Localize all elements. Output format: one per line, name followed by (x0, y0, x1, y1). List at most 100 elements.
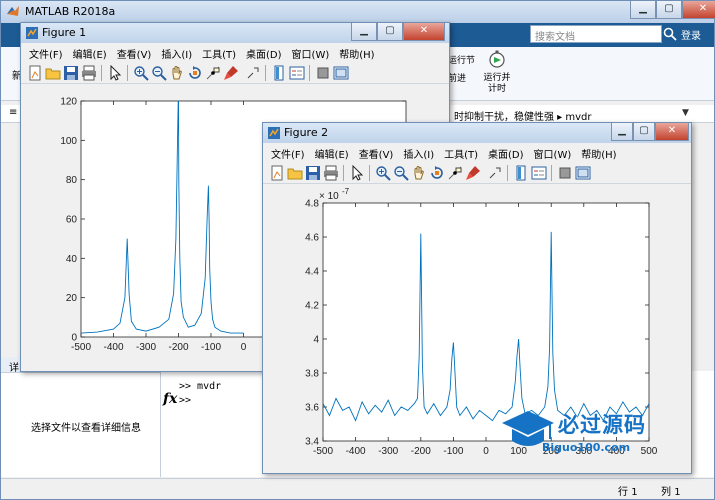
details-panel: 详 选择文件以查看详细信息 (1, 357, 161, 477)
print-icon[interactable] (81, 65, 97, 81)
matlab-title: MATLAB R2018a (25, 5, 116, 18)
status-col-label: 列 (661, 487, 671, 498)
x-tick-label: -500 (313, 446, 333, 457)
menu-view[interactable]: 查看(V) (354, 143, 399, 162)
colorbar-icon[interactable] (271, 65, 287, 81)
menu-tools[interactable]: 工具(T) (439, 143, 483, 162)
zoom-out-icon[interactable] (151, 65, 167, 81)
command-prompt[interactable]: >> (179, 395, 191, 406)
close-button[interactable]: ✕ (655, 123, 689, 141)
new-figure-icon[interactable] (27, 65, 43, 81)
data-cursor-icon[interactable] (447, 165, 463, 181)
open-icon[interactable] (45, 65, 61, 81)
menu-help[interactable]: 帮助(H) (576, 143, 621, 162)
hide-tools-icon[interactable] (315, 65, 331, 81)
y-tick-label: 4 (313, 335, 319, 346)
watermark-cn: 必过源码 (558, 413, 646, 437)
brush-icon[interactable] (465, 165, 481, 181)
maximize-button[interactable]: ▢ (656, 1, 682, 19)
search-documentation-input[interactable]: 搜索文档 (530, 25, 662, 43)
advance-label: 前进 (448, 74, 467, 84)
menu-help[interactable]: 帮助(H) (334, 43, 379, 62)
close-button[interactable]: ✕ (682, 1, 715, 19)
login-link[interactable]: 登录 (681, 27, 701, 42)
minimize-button[interactable]: ▁ (611, 123, 633, 141)
menu-window[interactable]: 窗口(W) (529, 143, 577, 162)
rotate-icon[interactable] (429, 165, 445, 181)
y-tick-label: 80 (66, 175, 78, 186)
data-cursor-icon[interactable] (205, 65, 221, 81)
maximize-button[interactable]: ▢ (377, 23, 403, 41)
run-section-button[interactable]: 运行节 前进 (448, 47, 476, 101)
matlab-title-bar: MATLAB R2018a ▁ ▢ ✕ (1, 1, 715, 23)
menu-desktop[interactable]: 桌面(D) (483, 143, 529, 162)
command-history-line: >> mvdr (179, 381, 222, 392)
print-icon[interactable] (323, 165, 339, 181)
menu-file[interactable]: 文件(F) (21, 43, 68, 62)
x-tick-label: -500 (71, 342, 91, 353)
menu-insert[interactable]: 插入(I) (398, 143, 439, 162)
details-message: 选择文件以查看详细信息 (31, 423, 141, 434)
show-tools-icon[interactable] (575, 165, 591, 181)
y-tick-label: 3.6 (305, 403, 319, 414)
link-icon[interactable] (487, 165, 503, 181)
new-figure-icon[interactable] (269, 165, 285, 181)
link-icon[interactable] (245, 65, 261, 81)
legend-icon[interactable] (531, 165, 547, 181)
status-row-label: 行 (618, 487, 628, 498)
zoom-out-icon[interactable] (393, 165, 409, 181)
x-tick-label: -400 (103, 342, 123, 353)
x-tick-label: 0 (241, 342, 247, 353)
minimize-button[interactable]: ▁ (630, 1, 656, 19)
save-icon[interactable] (305, 165, 321, 181)
show-tools-icon[interactable] (333, 65, 349, 81)
pointer-icon[interactable] (349, 165, 365, 181)
run-and-time-button[interactable]: 运行并 计时 (477, 47, 517, 101)
menu-edit[interactable]: 编辑(E) (68, 43, 112, 62)
figure-2-menu-bar: 文件(F) 编辑(E) 查看(V) 插入(I) 工具(T) 桌面(D) 窗口(W… (263, 143, 691, 162)
menu-tools[interactable]: 工具(T) (197, 43, 241, 62)
pan-icon[interactable] (169, 65, 185, 81)
pan-icon[interactable] (411, 165, 427, 181)
rotate-icon[interactable] (187, 65, 203, 81)
legend-icon[interactable] (289, 65, 305, 81)
colorbar-icon[interactable] (513, 165, 529, 181)
menu-view[interactable]: 查看(V) (112, 43, 157, 62)
brush-icon[interactable] (223, 65, 239, 81)
save-icon[interactable] (63, 65, 79, 81)
zoom-in-icon[interactable] (375, 165, 391, 181)
x-tick-label: -300 (136, 342, 156, 353)
status-row-value: 1 (631, 487, 638, 498)
menu-edit[interactable]: 编辑(E) (310, 143, 354, 162)
maximize-button[interactable]: ▢ (633, 123, 655, 141)
watermark: 必过源码 Biguo100.com (500, 405, 685, 465)
minimize-button[interactable]: ▁ (351, 23, 377, 41)
menu-insert[interactable]: 插入(I) (156, 43, 197, 62)
status-col: 列 1 (661, 483, 681, 498)
folder-list-icon[interactable]: ≡ (9, 107, 17, 118)
pointer-icon[interactable] (107, 65, 123, 81)
status-bar: 行 1 列 1 (1, 478, 714, 499)
chevron-down-icon[interactable]: ▼ (682, 108, 689, 118)
matlab-logo-icon (7, 6, 19, 16)
menu-window[interactable]: 窗口(W) (287, 43, 335, 62)
open-icon[interactable] (287, 165, 303, 181)
menu-desktop[interactable]: 桌面(D) (241, 43, 287, 62)
x-tick-label: -300 (378, 446, 398, 457)
toolbar-separator (101, 65, 102, 81)
x-tick-label: -200 (411, 446, 431, 457)
matlab-window-controls: ▁ ▢ ✕ (630, 1, 715, 20)
y-tick-label: 20 (66, 293, 78, 304)
figure-1-title-bar: Figure 1 ▁ ▢ ✕ (21, 23, 449, 43)
fx-function-browser-icon[interactable]: fx (163, 391, 177, 407)
zoom-in-icon[interactable] (133, 65, 149, 81)
hide-tools-icon[interactable] (557, 165, 573, 181)
close-button[interactable]: ✕ (403, 23, 445, 41)
search-icon[interactable] (663, 27, 677, 41)
menu-file[interactable]: 文件(F) (263, 143, 310, 162)
figure-2-title-bar: Figure 2 ▁ ▢ ✕ (263, 123, 691, 143)
figure-1-title: Figure 1 (42, 26, 87, 39)
current-folder-path[interactable]: 时抑制干扰，稳健性强 ▸ mvdr (454, 108, 592, 123)
toolbar-separator (369, 165, 370, 181)
run-and-time-label: 运行并 计时 (483, 73, 511, 94)
